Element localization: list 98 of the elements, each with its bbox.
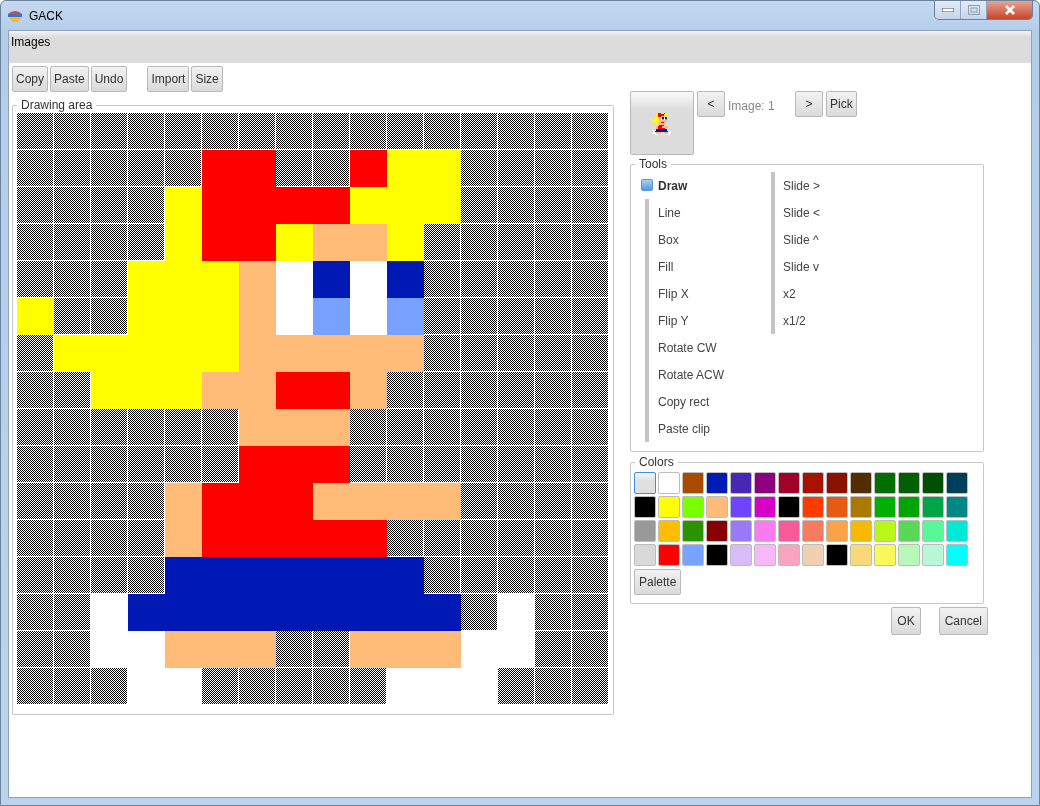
- maximize-button[interactable]: [961, 1, 987, 19]
- color-swatch[interactable]: [730, 520, 752, 542]
- color-swatch[interactable]: [730, 472, 752, 494]
- tool-option[interactable]: Draw: [658, 176, 688, 195]
- color-swatch[interactable]: [730, 544, 752, 566]
- toolbar-button[interactable]: Size: [191, 66, 223, 92]
- radio-indicator[interactable]: [640, 179, 653, 191]
- color-swatch[interactable]: [706, 496, 728, 518]
- toolbar-button[interactable]: Import: [147, 66, 190, 92]
- tool-action[interactable]: Slide ^: [783, 230, 819, 249]
- toolbar-button[interactable]: Copy: [12, 66, 48, 92]
- color-swatch[interactable]: [754, 496, 776, 518]
- color-swatch[interactable]: [874, 520, 896, 542]
- color-swatch[interactable]: [778, 544, 800, 566]
- close-icon: [1003, 5, 1016, 15]
- color-swatch[interactable]: [658, 472, 680, 494]
- sprite-thumbnail-icon: [650, 111, 674, 135]
- image-thumbnail-button[interactable]: [630, 91, 694, 155]
- color-swatch[interactable]: [922, 496, 944, 518]
- color-swatch[interactable]: [826, 520, 848, 542]
- color-swatch[interactable]: [946, 496, 968, 518]
- color-swatch[interactable]: [826, 472, 848, 494]
- cancel-button[interactable]: Cancel: [938, 607, 988, 635]
- color-swatch[interactable]: [754, 472, 776, 494]
- color-swatch[interactable]: [898, 472, 920, 494]
- tools-label: Tools: [638, 158, 668, 170]
- color-swatch[interactable]: [874, 472, 896, 494]
- color-swatch[interactable]: [850, 544, 872, 566]
- tool-action[interactable]: Slide v: [783, 257, 820, 276]
- color-swatch[interactable]: [826, 544, 848, 566]
- tool-option[interactable]: Flip X: [658, 284, 689, 303]
- tool-action[interactable]: Slide <: [783, 203, 821, 222]
- colors-label: Colors: [638, 456, 675, 468]
- color-swatch[interactable]: [946, 544, 968, 566]
- color-swatch[interactable]: [802, 544, 824, 566]
- color-swatch[interactable]: [850, 472, 872, 494]
- color-swatch[interactable]: [778, 496, 800, 518]
- drawing-area-label: Drawing area: [20, 99, 94, 111]
- menu-item[interactable]: Images: [11, 35, 51, 49]
- tool-option[interactable]: Box: [658, 230, 679, 249]
- pick-button[interactable]: Pick: [826, 91, 857, 117]
- toolbar-button[interactable]: Undo: [90, 66, 128, 92]
- color-swatch[interactable]: [730, 496, 752, 518]
- tool-option[interactable]: Rotate ACW: [658, 365, 725, 384]
- color-swatch[interactable]: [706, 472, 728, 494]
- color-swatch[interactable]: [826, 496, 848, 518]
- color-swatch[interactable]: [634, 520, 656, 542]
- color-swatch[interactable]: [658, 544, 680, 566]
- ok-button[interactable]: OK: [891, 607, 921, 635]
- palette-button[interactable]: Palette: [634, 569, 682, 595]
- color-swatch[interactable]: [658, 520, 680, 542]
- window-title: GACK: [29, 7, 63, 25]
- color-swatch[interactable]: [682, 496, 704, 518]
- color-swatch[interactable]: [706, 544, 728, 566]
- minimize-icon: [941, 8, 954, 12]
- color-swatch[interactable]: [922, 544, 944, 566]
- color-swatch[interactable]: [898, 496, 920, 518]
- color-swatch[interactable]: [802, 520, 824, 542]
- color-swatch[interactable]: [778, 472, 800, 494]
- tool-option[interactable]: Fill: [658, 257, 674, 276]
- tool-option[interactable]: Paste clip: [658, 419, 711, 438]
- color-swatch[interactable]: [898, 520, 920, 542]
- color-swatch[interactable]: [706, 520, 728, 542]
- color-swatch[interactable]: [874, 544, 896, 566]
- color-swatch[interactable]: [850, 496, 872, 518]
- tool-action[interactable]: Slide >: [783, 176, 821, 195]
- color-swatch[interactable]: [682, 472, 704, 494]
- tool-option[interactable]: Line: [658, 203, 681, 222]
- color-swatch[interactable]: [682, 520, 704, 542]
- tool-action[interactable]: x2: [783, 284, 796, 303]
- color-swatch[interactable]: [874, 496, 896, 518]
- tool-option[interactable]: Copy rect: [658, 392, 710, 411]
- color-swatch[interactable]: [754, 520, 776, 542]
- previous-image-button[interactable]: <: [697, 91, 725, 117]
- maximize-icon: [967, 5, 980, 15]
- toolbar-button[interactable]: Paste: [50, 66, 89, 92]
- next-image-button[interactable]: >: [795, 91, 823, 117]
- color-swatch[interactable]: [634, 496, 656, 518]
- tool-option[interactable]: Flip Y: [658, 311, 689, 330]
- color-swatch[interactable]: [658, 496, 680, 518]
- color-swatch[interactable]: [850, 520, 872, 542]
- color-swatch[interactable]: [946, 472, 968, 494]
- color-swatch[interactable]: [922, 520, 944, 542]
- tool-action[interactable]: x1/2: [783, 311, 806, 330]
- minimize-button[interactable]: [935, 1, 961, 19]
- color-swatch[interactable]: [802, 496, 824, 518]
- color-swatch[interactable]: [634, 472, 656, 494]
- color-swatch[interactable]: [802, 472, 824, 494]
- image-number-label: Image: 1: [728, 98, 776, 115]
- color-swatch[interactable]: [898, 544, 920, 566]
- color-swatch[interactable]: [682, 544, 704, 566]
- tool-option[interactable]: Rotate CW: [658, 338, 717, 357]
- color-swatch[interactable]: [922, 472, 944, 494]
- color-swatch[interactable]: [634, 544, 656, 566]
- close-button[interactable]: [987, 1, 1032, 19]
- color-swatch[interactable]: [754, 544, 776, 566]
- color-swatch[interactable]: [946, 520, 968, 542]
- color-swatch[interactable]: [778, 520, 800, 542]
